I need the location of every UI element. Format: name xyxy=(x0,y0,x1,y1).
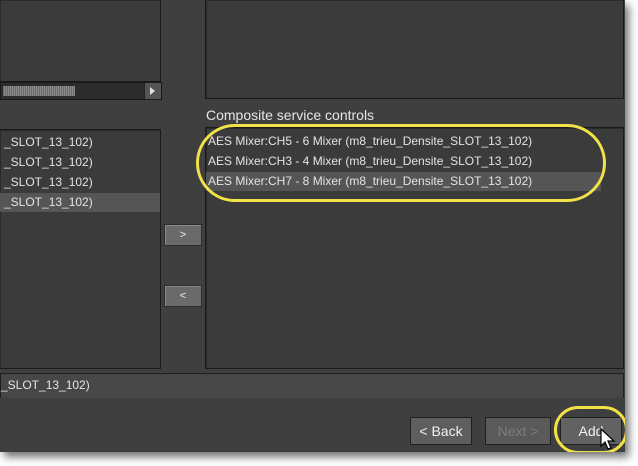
available-services-list[interactable]: _SLOT_13_102) _SLOT_13_102) _SLOT_13_102… xyxy=(0,129,161,369)
top-left-panel xyxy=(0,0,161,82)
remove-from-composite-button[interactable]: < xyxy=(164,285,202,307)
top-right-panel xyxy=(205,0,624,99)
wizard-window: _SLOT_13_102) _SLOT_13_102) _SLOT_13_102… xyxy=(0,0,625,452)
button-bar: < Back Next > Add xyxy=(0,398,625,452)
mouse-cursor-icon xyxy=(600,428,616,450)
add-to-composite-button[interactable]: > xyxy=(164,224,202,246)
list-item[interactable]: _SLOT_13_102) xyxy=(0,173,160,192)
horizontal-scrollbar[interactable] xyxy=(0,82,162,100)
scrollbar-thumb[interactable] xyxy=(3,86,75,96)
back-button[interactable]: < Back xyxy=(410,417,472,445)
list-item[interactable]: _SLOT_13_102) xyxy=(0,133,160,152)
list-item[interactable]: _SLOT_13_102) xyxy=(0,153,160,172)
status-bar: _SLOT_13_102) xyxy=(0,373,624,399)
highlight-ring-list xyxy=(196,124,606,202)
scroll-right-arrow[interactable] xyxy=(144,83,161,99)
status-text: _SLOT_13_102) xyxy=(1,378,90,392)
list-item-selected[interactable]: _SLOT_13_102) xyxy=(0,193,160,212)
arrow-right-icon xyxy=(150,87,155,95)
composite-title: Composite service controls xyxy=(206,107,375,123)
next-button[interactable]: Next > xyxy=(485,417,551,445)
